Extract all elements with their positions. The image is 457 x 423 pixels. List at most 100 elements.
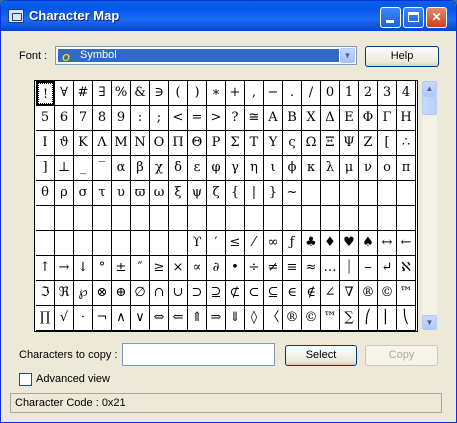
glyph-cell[interactable]: Β [283, 106, 302, 131]
glyph-cell[interactable] [397, 206, 416, 231]
glyph-cell[interactable]: ~ [283, 181, 302, 206]
glyph-cell[interactable]: ≅ [245, 106, 264, 131]
glyph-cell[interactable] [264, 206, 283, 231]
glyph-cell[interactable]: ƒ [283, 231, 302, 256]
glyph-cell[interactable]: ¬ [93, 306, 112, 331]
glyph-cell[interactable]: ↔ [378, 231, 397, 256]
glyph-cell[interactable]: 5 [36, 106, 55, 131]
glyph-cell[interactable]: … [321, 256, 340, 281]
glyph-cell[interactable] [283, 206, 302, 231]
glyph-cell[interactable] [321, 206, 340, 231]
glyph-cell[interactable]: % [112, 81, 131, 106]
glyph-cell[interactable]: ∗ [207, 81, 226, 106]
glyph-cell[interactable] [321, 181, 340, 206]
select-button[interactable]: Select [285, 345, 357, 366]
glyph-cell[interactable]: • [226, 256, 245, 281]
glyph-cell[interactable]: _ [74, 156, 93, 181]
glyph-cell[interactable]: Φ [359, 106, 378, 131]
glyph-cell[interactable]: μ [340, 156, 359, 181]
glyph-cell[interactable] [150, 231, 169, 256]
glyph-cell[interactable]: ∠ [321, 281, 340, 306]
glyph-cell[interactable]: Τ [245, 131, 264, 156]
glyph-cell[interactable]: Ψ [340, 131, 359, 156]
glyph-cell[interactable]: 1 [340, 81, 359, 106]
glyph-cell[interactable]: σ [74, 181, 93, 206]
glyph-cell[interactable]: ↑ [36, 256, 55, 281]
glyph-cell[interactable]: ) [188, 81, 207, 106]
glyph-cell[interactable]: ← [397, 231, 416, 256]
glyph-cell[interactable]: χ [150, 156, 169, 181]
glyph-cell[interactable]: ™ [321, 306, 340, 331]
glyph-cell[interactable]: ′ [207, 231, 226, 256]
glyph-cell[interactable] [74, 231, 93, 256]
glyph-cell[interactable] [340, 181, 359, 206]
glyph-cell[interactable] [131, 206, 150, 231]
glyph-cell[interactable] [55, 206, 74, 231]
glyph-cell[interactable]: ∴ [397, 131, 416, 156]
glyph-cell[interactable] [226, 206, 245, 231]
glyph-cell[interactable]: Ω [302, 131, 321, 156]
copy-button[interactable]: Copy [365, 345, 438, 366]
glyph-cell[interactable]: ( [169, 81, 188, 106]
glyph-cell[interactable]: ϒ [188, 231, 207, 256]
glyph-cell[interactable]: Χ [302, 106, 321, 131]
glyph-cell[interactable]: ⏐ [340, 256, 359, 281]
scroll-thumb[interactable] [422, 96, 437, 115]
glyph-cell[interactable]: 0 [321, 81, 340, 106]
characters-to-copy-input[interactable] [122, 343, 275, 366]
glyph-cell[interactable] [112, 231, 131, 256]
glyph-cell[interactable]: Σ [226, 131, 245, 156]
glyph-cell[interactable]: Ι [36, 131, 55, 156]
glyph-cell[interactable]: ⇔ [150, 306, 169, 331]
glyph-cell[interactable]: ϖ [131, 181, 150, 206]
glyph-cell[interactable]: ⎯ [359, 256, 378, 281]
advanced-view-checkbox[interactable] [19, 373, 32, 386]
glyph-cell[interactable]: ω [150, 181, 169, 206]
glyph-cell[interactable]: ∝ [188, 256, 207, 281]
glyph-cell[interactable]: Ρ [207, 131, 226, 156]
minimize-button[interactable] [380, 7, 401, 28]
close-button[interactable]: ✕ [426, 7, 447, 28]
glyph-cell[interactable]: × [169, 256, 188, 281]
glyph-cell[interactable]: ∇ [340, 281, 359, 306]
glyph-cell[interactable]: √ [55, 306, 74, 331]
glyph-cell[interactable]: → [55, 256, 74, 281]
glyph-cell[interactable]: π [397, 156, 416, 181]
glyph-cell[interactable]: ∂ [207, 256, 226, 281]
character-grid-cells[interactable]: ! ∀ # ∃% & ∋() ∗ +, −./0 1 2 3 4 5 6 7 8 9:; < = >? ≅ Α Β Χ Δ Ε Φ Γ Η… [35, 81, 417, 331]
glyph-cell[interactable] [36, 231, 55, 256]
glyph-cell[interactable]: Π [169, 131, 188, 156]
glyph-cell[interactable]: ∈ [283, 281, 302, 306]
glyph-cell[interactable] [397, 181, 416, 206]
glyph-cell[interactable]: ≡ [283, 256, 302, 281]
glyph-cell[interactable]: ⇐ [169, 306, 188, 331]
glyph-cell[interactable]: Δ [321, 106, 340, 131]
glyph-cell[interactable]: λ [321, 156, 340, 181]
glyph-cell[interactable]: Ο [150, 131, 169, 156]
glyph-cell[interactable]: ; [150, 106, 169, 131]
glyph-cell[interactable]: ⊄ [226, 281, 245, 306]
glyph-cell[interactable]: ™ [397, 281, 416, 306]
glyph-cell[interactable]: 9 [112, 106, 131, 131]
glyph-cell[interactable]: υ [112, 181, 131, 206]
glyph-cell[interactable]: α [112, 156, 131, 181]
glyph-cell[interactable]: ξ [169, 181, 188, 206]
glyph-cell[interactable]: Υ [264, 131, 283, 156]
glyph-cell[interactable]: } [264, 181, 283, 206]
glyph-cell[interactable] [55, 231, 74, 256]
glyph-cell[interactable]: 〈 [264, 306, 283, 331]
glyph-cell[interactable]: Ξ [321, 131, 340, 156]
glyph-cell[interactable]: δ [169, 156, 188, 181]
glyph-cell[interactable]: ÷ [245, 256, 264, 281]
glyph-cell[interactable]: [ [378, 131, 397, 156]
glyph-cell[interactable]: 8 [93, 106, 112, 131]
glyph-cell[interactable]: ⊕ [112, 281, 131, 306]
glyph-cell[interactable]: ϑ [55, 131, 74, 156]
glyph-cell[interactable]: / [302, 81, 321, 106]
glyph-cell[interactable]: & [131, 81, 150, 106]
glyph-cell[interactable]: ♦ [321, 231, 340, 256]
glyph-cell[interactable]: = [188, 106, 207, 131]
glyph-cell[interactable]: ⎝ [397, 306, 416, 331]
glyph-cell[interactable]: ο [378, 156, 397, 181]
glyph-cell[interactable]: ∉ [302, 281, 321, 306]
